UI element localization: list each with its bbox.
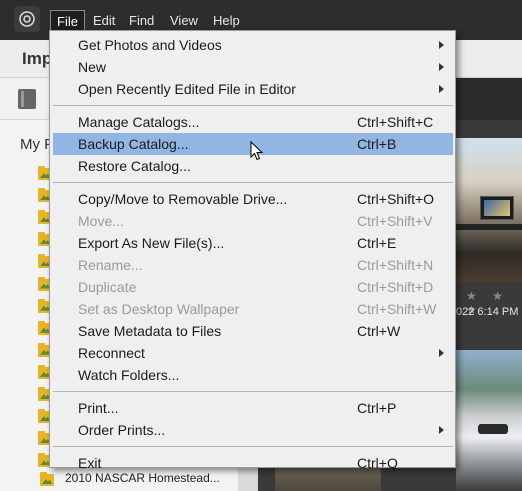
menu-item-exit[interactable]: Exit Ctrl+Q [53, 452, 453, 474]
menu-item-shortcut: Ctrl+Shift+O [357, 191, 435, 207]
submenu-arrow-icon [439, 426, 444, 434]
menu-item-shortcut: Ctrl+Q [357, 455, 398, 471]
menu-item-set-as-desktop-wallpaper: Set as Desktop Wallpaper Ctrl+Shift+W [53, 298, 453, 320]
menu-item-label: Open Recently Edited File in Editor [78, 81, 296, 97]
menu-item-print[interactable]: Print... Ctrl+P [53, 397, 453, 419]
menu-item-open-recently-edited-file-in-editor[interactable]: Open Recently Edited File in Editor [53, 78, 453, 100]
submenu-arrow-icon [439, 41, 444, 49]
menu-item-label: New [78, 59, 107, 75]
thumbnail-detail [456, 224, 522, 230]
thumbnail-detail [478, 424, 508, 434]
menu-file[interactable]: File [50, 10, 85, 31]
submenu-arrow-icon [439, 63, 444, 71]
menu-item-label: Exit [78, 455, 102, 471]
menu-item-label: Save Metadata to Files [78, 323, 222, 339]
page-title: Imp [22, 49, 53, 68]
menu-separator [53, 391, 453, 392]
menu-item-label: Get Photos and Videos [78, 37, 222, 53]
menu-item-label: Rename... [78, 257, 143, 273]
folder-icon [40, 472, 54, 486]
menu-item-label: Copy/Move to Removable Drive... [78, 191, 288, 207]
app-logo-icon[interactable] [14, 6, 40, 32]
menu-item-order-prints[interactable]: Order Prints... [53, 419, 453, 441]
menu-item-shortcut: Ctrl+Shift+C [357, 114, 434, 130]
menu-item-shortcut: Ctrl+Shift+W [357, 301, 437, 317]
mouse-cursor-icon [250, 141, 264, 161]
menu-item-save-metadata-to-files[interactable]: Save Metadata to Files Ctrl+W [53, 320, 453, 342]
menu-item-rename: Rename... Ctrl+Shift+N [53, 254, 453, 276]
menu-edit[interactable]: Edit [87, 10, 121, 31]
menu-item-label: Print... [78, 400, 119, 416]
menu-item-shortcut: Ctrl+Shift+D [357, 279, 434, 295]
menu-item-export-as-new-file-s[interactable]: Export As New File(s)... Ctrl+E [53, 232, 453, 254]
menu-item-label: Export As New File(s)... [78, 235, 225, 251]
menu-item-shortcut: Ctrl+Shift+N [357, 257, 434, 273]
menu-item-shortcut: Ctrl+Shift+V [357, 213, 433, 229]
menu-item-label: Reconnect [78, 345, 145, 361]
menu-item-shortcut: Ctrl+W [357, 323, 401, 339]
thumbnail-detail [480, 196, 514, 220]
menu-separator [53, 182, 453, 183]
menu-item-label: Restore Catalog... [78, 158, 191, 174]
menu-item-copy-move-to-removable-drive[interactable]: Copy/Move to Removable Drive... Ctrl+Shif… [53, 188, 453, 210]
menu-item-label: Duplicate [78, 279, 137, 295]
menu-separator [53, 105, 453, 106]
menu-view[interactable]: View [164, 10, 204, 31]
menu-item-label: Backup Catalog... [78, 136, 189, 152]
menu-item-label: Watch Folders... [78, 367, 180, 383]
submenu-arrow-icon [439, 85, 444, 93]
menu-item-reconnect[interactable]: Reconnect [53, 342, 453, 364]
menu-item-get-photos-and-videos[interactable]: Get Photos and Videos [53, 34, 453, 56]
photo-thumbnail[interactable] [456, 350, 522, 491]
file-menu-dropdown: Get Photos and Videos New Open Recently Ed… [49, 30, 456, 471]
menu-item-shortcut: Ctrl+E [357, 235, 397, 251]
menu-item-watch-folders[interactable]: Watch Folders... [53, 364, 453, 386]
submenu-arrow-icon [439, 349, 444, 357]
album-icon[interactable] [18, 89, 36, 109]
menu-item-label: Order Prints... [78, 422, 166, 438]
menu-item-duplicate: Duplicate Ctrl+Shift+D [53, 276, 453, 298]
menu-item-label: Manage Catalogs... [78, 114, 200, 130]
thumbnail-date: 022 6:14 PM [456, 306, 519, 318]
menu-item-shortcut: Ctrl+P [357, 400, 397, 416]
menu-item-label: Move... [78, 213, 124, 229]
menu-item-label: Set as Desktop Wallpaper [78, 301, 240, 317]
menu-item-manage-catalogs[interactable]: Manage Catalogs... Ctrl+Shift+C [53, 111, 453, 133]
menu-item-shortcut: Ctrl+B [357, 136, 397, 152]
photo-thumbnail[interactable] [456, 138, 522, 282]
menu-item-new[interactable]: New [53, 56, 453, 78]
menu-find[interactable]: Find [123, 10, 160, 31]
menu-item-move: Move... Ctrl+Shift+V [53, 210, 453, 232]
menu-separator [53, 446, 453, 447]
menu-help[interactable]: Help [207, 10, 246, 31]
